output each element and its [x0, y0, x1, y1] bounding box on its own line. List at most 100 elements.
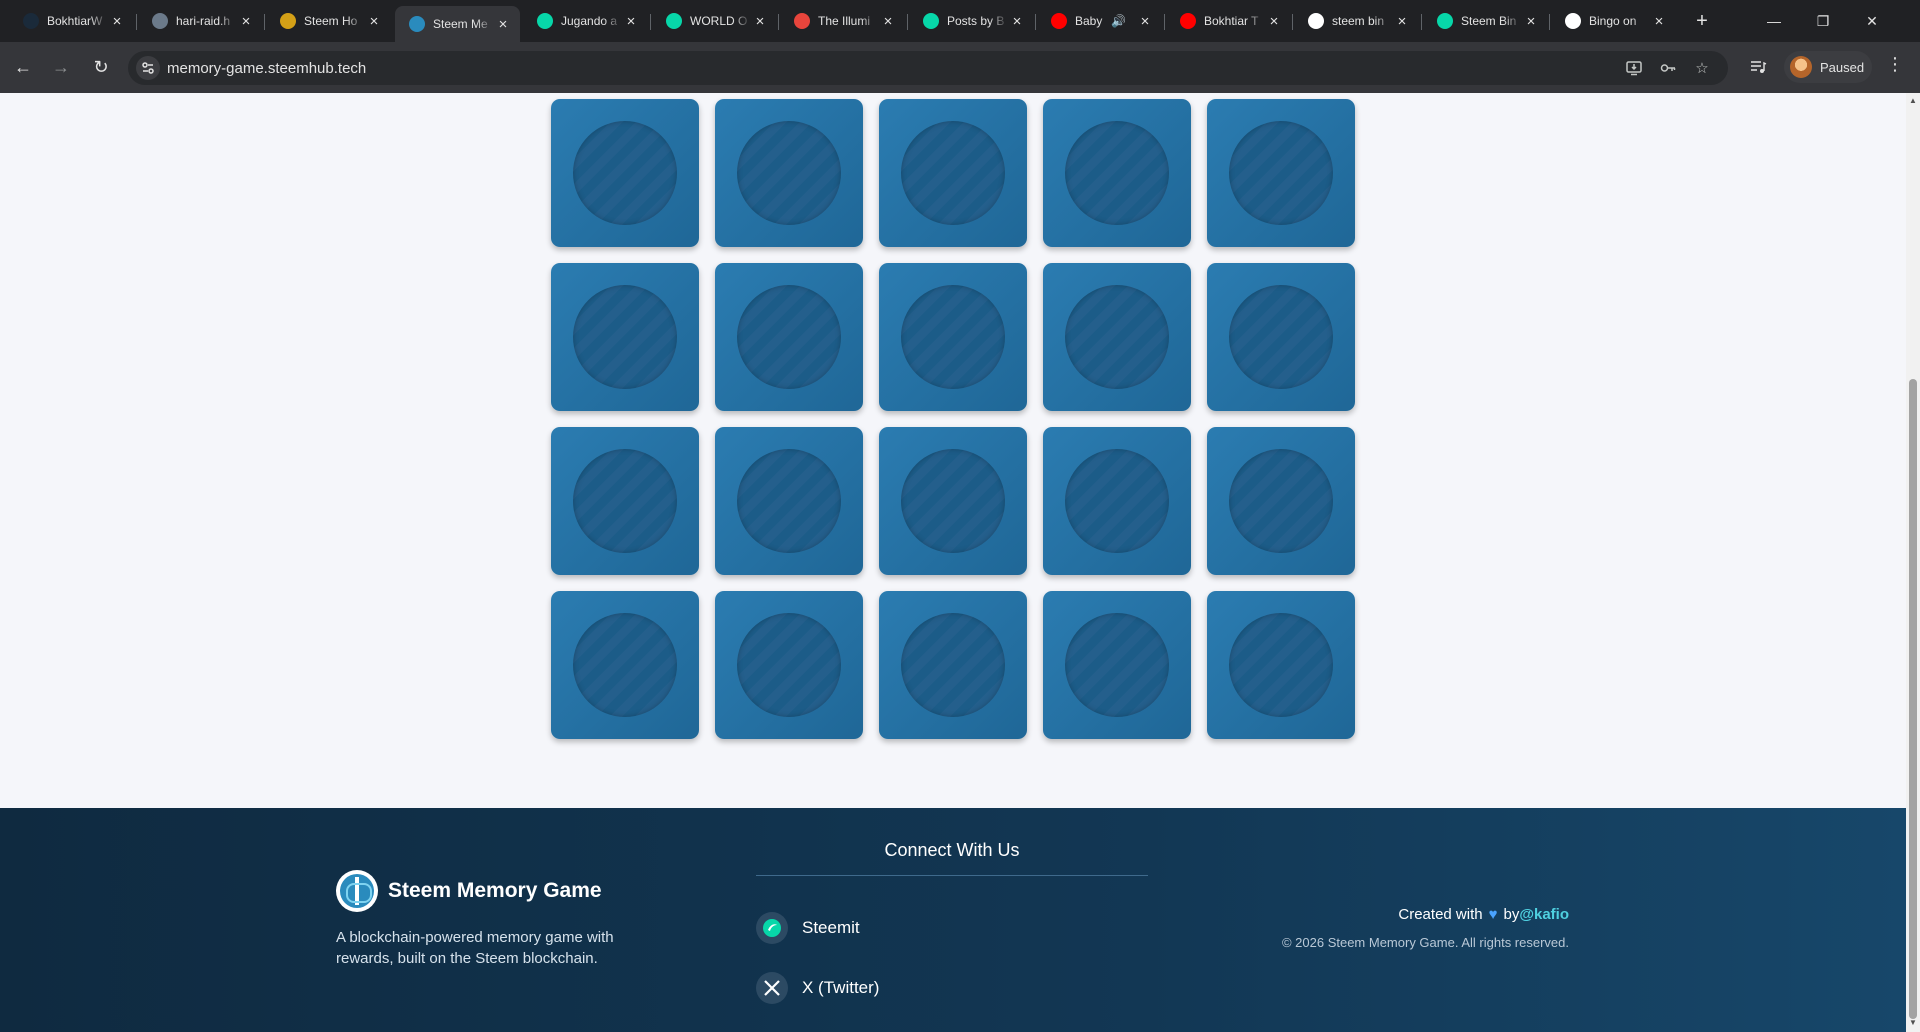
card-back-pattern — [1065, 285, 1169, 389]
browser-tab[interactable]: Jugando a × — [523, 6, 648, 36]
scrollbar-thumb[interactable] — [1909, 379, 1917, 1019]
scroll-down-icon[interactable]: ▼ — [1909, 1019, 1917, 1027]
memory-card[interactable] — [879, 591, 1027, 739]
card-back-pattern — [737, 449, 841, 553]
browser-tab[interactable]: Bokhtiar T × — [1166, 6, 1291, 36]
card-back-pattern — [1229, 121, 1333, 225]
close-tab-icon[interactable]: × — [1650, 13, 1668, 30]
steemit-icon — [666, 13, 682, 29]
back-icon[interactable]: ← — [9, 53, 37, 81]
media-controls-icon[interactable] — [1744, 53, 1772, 81]
scroll-up-icon[interactable]: ▲ — [1909, 97, 1917, 105]
close-tab-icon[interactable]: × — [1393, 13, 1411, 30]
tab-title: Jugando a — [561, 14, 618, 28]
tab-title: Steem Ho — [304, 14, 358, 28]
memory-card[interactable] — [715, 263, 863, 411]
tab-title: The Illumi — [818, 14, 871, 28]
close-tab-icon[interactable]: × — [1265, 13, 1283, 30]
youtube-icon — [1180, 13, 1196, 29]
card-back-pattern — [901, 285, 1005, 389]
close-window-icon[interactable]: ✕ — [1849, 8, 1895, 34]
social-label: X (Twitter) — [802, 978, 880, 997]
memory-card[interactable] — [1207, 263, 1355, 411]
browser-menu-icon[interactable]: ⋮ — [1886, 54, 1904, 75]
browser-tab[interactable]: Steem Me × — [395, 6, 520, 42]
page-scrollbar[interactable]: ▲ ▼ — [1906, 93, 1920, 1032]
close-tab-icon[interactable]: × — [494, 16, 512, 33]
restore-icon[interactable]: ❐ — [1800, 8, 1846, 34]
install-app-icon[interactable] — [1624, 59, 1644, 81]
browser-tab[interactable]: The Illumi × — [780, 6, 905, 36]
memory-card[interactable] — [715, 427, 863, 575]
minimize-icon[interactable]: — — [1751, 8, 1797, 34]
youtube-icon — [1051, 13, 1067, 29]
footer-credits: Created with ♥ by@kafio © 2026 Steem Memor… — [1282, 906, 1569, 950]
memory-card[interactable] — [551, 263, 699, 411]
memory-card[interactable] — [715, 99, 863, 247]
social-link-x-twitter[interactable]: X (Twitter) — [756, 972, 879, 1004]
memory-card[interactable] — [1043, 263, 1191, 411]
memory-card[interactable] — [879, 263, 1027, 411]
card-back-pattern — [737, 121, 841, 225]
memory-card[interactable] — [879, 427, 1027, 575]
memory-card[interactable] — [1043, 427, 1191, 575]
browser-tab[interactable]: Baby 🔊 × — [1037, 6, 1162, 36]
close-tab-icon[interactable]: × — [365, 13, 383, 30]
card-back-pattern — [737, 613, 841, 717]
address-bar[interactable]: memory-game.steemhub.tech ☆ — [128, 51, 1728, 85]
close-tab-icon[interactable]: × — [1008, 13, 1026, 30]
map-pin-icon — [794, 13, 810, 29]
card-back-pattern — [1065, 449, 1169, 553]
tab-title: Bokhtiar T — [1204, 14, 1259, 28]
browser-tab[interactable]: WORLD O × — [652, 6, 777, 36]
copyright-text: © 2026 Steem Memory Game. All rights res… — [1281, 935, 1569, 950]
browser-tab[interactable]: Posts by B × — [909, 6, 1034, 36]
close-tab-icon[interactable]: × — [108, 13, 126, 30]
browser-tab[interactable]: steem bin × — [1294, 6, 1419, 36]
memory-card[interactable] — [551, 591, 699, 739]
author-link[interactable]: @kafio — [1519, 906, 1569, 923]
browser-tab[interactable]: Bingo on × — [1551, 6, 1676, 36]
card-back-pattern — [1229, 449, 1333, 553]
close-tab-icon[interactable]: × — [1522, 13, 1540, 30]
close-tab-icon[interactable]: × — [1136, 13, 1154, 30]
memory-card[interactable] — [1207, 99, 1355, 247]
site-info-icon[interactable] — [136, 56, 160, 80]
tab-title: Steem Bin — [1461, 14, 1517, 28]
memory-card[interactable] — [551, 427, 699, 575]
close-tab-icon[interactable]: × — [751, 13, 769, 30]
browser-tab[interactable]: Steem Ho × — [266, 6, 391, 36]
password-key-icon[interactable] — [1658, 59, 1678, 81]
card-back-pattern — [573, 449, 677, 553]
memory-card[interactable] — [1207, 427, 1355, 575]
card-back-pattern — [1065, 121, 1169, 225]
memory-card[interactable] — [1043, 591, 1191, 739]
browser-tab[interactable]: hari-raid.h × — [138, 6, 263, 36]
tab-title: steem bin — [1332, 14, 1385, 28]
connect-heading: Connect With Us — [756, 840, 1148, 876]
close-tab-icon[interactable]: × — [879, 13, 897, 30]
card-back-pattern — [573, 121, 677, 225]
reload-icon[interactable]: ↻ — [87, 53, 115, 81]
brain-logo-icon — [336, 870, 378, 912]
tab-separator — [778, 14, 779, 30]
close-tab-icon[interactable]: × — [237, 13, 255, 30]
tab-title: Bingo on — [1589, 14, 1637, 28]
memory-card[interactable] — [879, 99, 1027, 247]
memory-card[interactable] — [715, 591, 863, 739]
social-link-steemit[interactable]: Steemit — [756, 912, 860, 944]
page-content: Steem Memory Game A blockchain-powered m… — [0, 93, 1906, 1032]
browser-tab[interactable]: BokhtiarW × — [9, 6, 134, 36]
speaker-icon[interactable]: 🔊 — [1111, 14, 1126, 28]
memory-card[interactable] — [551, 99, 699, 247]
forward-icon[interactable]: → — [47, 53, 75, 81]
url-text[interactable]: memory-game.steemhub.tech — [167, 60, 366, 77]
close-tab-icon[interactable]: × — [622, 13, 640, 30]
tab-separator — [136, 14, 137, 30]
bookmark-star-icon[interactable]: ☆ — [1692, 59, 1712, 77]
memory-card[interactable] — [1207, 591, 1355, 739]
new-tab-icon[interactable]: + — [1690, 10, 1714, 33]
profile-button[interactable]: Paused — [1784, 51, 1872, 83]
memory-card[interactable] — [1043, 99, 1191, 247]
browser-tab[interactable]: Steem Bin × — [1423, 6, 1548, 36]
